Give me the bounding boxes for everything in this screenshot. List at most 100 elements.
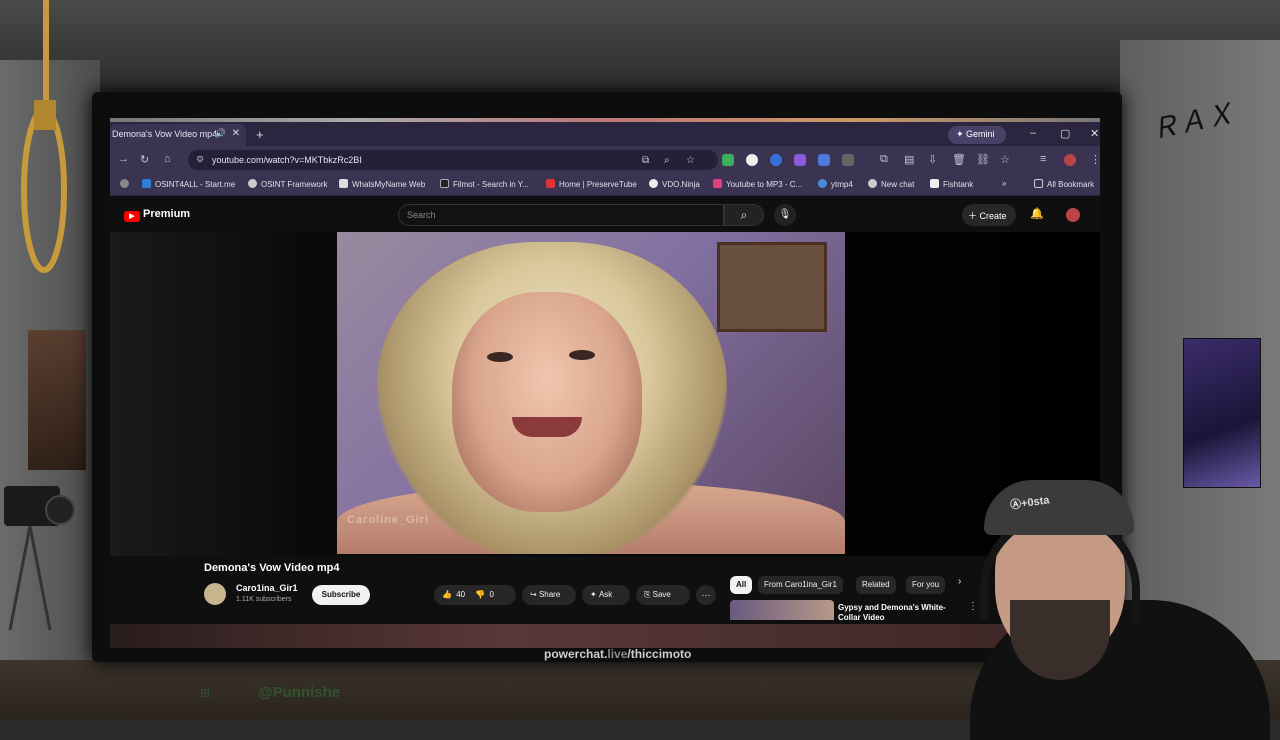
share-label: Share: [538, 590, 561, 599]
recommendation-thumbnail[interactable]: [730, 600, 834, 620]
minimize-icon[interactable]: –: [1030, 127, 1036, 139]
chip-related[interactable]: Related: [856, 576, 896, 594]
tab-strip: Demona's Vow Video mp4 🔊 ✕ + ✦ Gemini – …: [110, 122, 1100, 146]
channel-name[interactable]: Caro1ina_Gir1: [236, 583, 298, 593]
ask-button[interactable]: ✦ Ask: [582, 585, 630, 605]
cast-icon[interactable]: ⧉: [642, 155, 649, 166]
extension-green-icon[interactable]: [722, 154, 734, 166]
print-icon[interactable]: ▤: [904, 153, 914, 166]
bookmark-label: Home | PreserveTube: [559, 180, 637, 189]
youtube-logo[interactable]: ▶ Premium: [124, 208, 190, 222]
bookmark-item[interactable]: WhatsMyName Web: [339, 179, 425, 189]
browser-menu-icon[interactable]: ⋮: [1090, 153, 1100, 166]
video-subject-eye-left: [487, 352, 513, 362]
extension-blue-icon[interactable]: [770, 154, 782, 166]
reload-icon[interactable]: ↻: [140, 153, 149, 166]
bookmark-label: OSINT4ALL - Start.me: [155, 180, 236, 189]
bookmark-item[interactable]: New chat: [868, 179, 914, 189]
address-bar[interactable]: ⚙ youtube.com/watch?v=MKTbkzRc2BI ⧉ ⌕ ☆: [188, 150, 718, 170]
channel-avatar[interactable]: [204, 583, 226, 605]
download-icon[interactable]: ⇩: [928, 153, 937, 166]
powerchat-suffix: /thiccimoto: [627, 647, 692, 661]
youtube-search-input[interactable]: Search: [398, 204, 724, 226]
bookmark-item[interactable]: OSINT Framework: [248, 179, 328, 189]
camera-prop: [4, 486, 75, 631]
video-wall-picture: [717, 242, 827, 332]
dislike-count: 0: [489, 590, 494, 599]
link-icon[interactable]: ⛓: [976, 153, 990, 166]
search-icon[interactable]: ⌕: [724, 204, 764, 226]
apps-icon[interactable]: [120, 179, 133, 189]
video-watermark: Caroline_Girl: [347, 514, 430, 526]
all-bookmarks-label: All Bookmark: [1047, 180, 1095, 189]
share-button[interactable]: ↪ Share: [522, 585, 576, 605]
new-tab-icon[interactable]: +: [256, 127, 264, 142]
dislike-icon[interactable]: 👎: [475, 585, 485, 605]
like-icon[interactable]: 👍: [442, 585, 452, 605]
star-icon[interactable]: ☆: [1000, 153, 1010, 166]
bookmark-label: New chat: [881, 180, 915, 189]
extension-audio-icon[interactable]: [818, 154, 830, 166]
gemini-button[interactable]: ✦ Gemini: [948, 126, 1006, 144]
trash-icon[interactable]: 🗑: [952, 153, 966, 166]
bookmark-item[interactable]: VDO.Ninja: [649, 179, 700, 189]
close-window-icon[interactable]: ✕: [1090, 127, 1099, 140]
like-dislike-group: 👍 40 👎 0: [434, 585, 516, 605]
powerchat-prefix: powerchat.: [544, 647, 608, 661]
subscribe-button[interactable]: Subscribe: [312, 585, 370, 605]
bookmark-item[interactable]: Youtube to MP3 - C...: [713, 179, 802, 189]
poster-right: [1183, 338, 1261, 488]
extension-bell-icon[interactable]: [746, 154, 758, 166]
maximize-icon[interactable]: ▢: [1060, 127, 1070, 140]
bookmark-star-icon[interactable]: ☆: [686, 155, 695, 166]
video-player[interactable]: Caroline_Girl: [337, 232, 845, 554]
powerchat-overlay: powerchat.live/thiccimoto: [544, 647, 691, 661]
bookmark-label: VDO.Ninja: [662, 180, 700, 189]
streamer-handle: @Punnishe: [258, 684, 341, 701]
chip-from-channel[interactable]: From Caro1ina_Gir1: [758, 576, 843, 594]
bookmark-item[interactable]: Fishtank: [930, 179, 973, 189]
more-actions-icon[interactable]: ⋯: [696, 585, 716, 605]
bookmark-label: Youtube to MP3 - C...: [726, 180, 803, 189]
youtube-header: ▶ Premium Search ⌕ 🎙 ＋ Create 🔔: [110, 196, 1100, 234]
bookmark-item[interactable]: ytmp4: [818, 179, 853, 189]
all-bookmarks-folder[interactable]: All Bookmark: [1034, 179, 1094, 189]
extension-purple-icon[interactable]: [794, 154, 806, 166]
close-tab-icon[interactable]: ✕: [232, 128, 240, 139]
bookmark-item[interactable]: OSINT4ALL - Start.me: [142, 179, 235, 189]
powerchat-mid: live: [607, 647, 628, 661]
bookmark-label: Filmot - Search in Y...: [453, 180, 529, 189]
youtube-account-avatar[interactable]: [1066, 208, 1080, 222]
room-ceiling: [0, 0, 1280, 95]
tab-title: Demona's Vow Video mp4: [112, 129, 218, 139]
site-info-icon[interactable]: ⚙: [196, 154, 204, 165]
create-button[interactable]: ＋ Create: [962, 204, 1016, 226]
save-button[interactable]: ⎘ Save: [636, 585, 690, 605]
zoom-icon[interactable]: ⌕: [664, 155, 670, 166]
video-title: Demona's Vow Video mp4: [204, 562, 340, 574]
notifications-bell-icon[interactable]: 🔔: [1030, 207, 1044, 220]
gemini-label: Gemini: [966, 129, 995, 139]
tab-active[interactable]: Demona's Vow Video mp4 🔊 ✕: [110, 124, 246, 146]
chip-all[interactable]: All: [730, 576, 753, 594]
screenshot-icon[interactable]: ⧉: [880, 153, 888, 166]
reading-list-icon[interactable]: ≡: [1040, 153, 1046, 165]
share-icon: ↪: [530, 590, 537, 599]
speaker-icon[interactable]: 🔊: [215, 128, 226, 139]
like-count[interactable]: 40: [456, 585, 465, 605]
extensions-puzzle-icon[interactable]: [842, 154, 854, 166]
profile-avatar[interactable]: [1064, 154, 1076, 166]
mic-icon[interactable]: 🎙: [774, 204, 796, 226]
bookmark-item[interactable]: Filmot - Search in Y...: [440, 179, 529, 189]
home-icon[interactable]: ⌂: [164, 153, 171, 165]
webcam-person-cap: [984, 480, 1134, 535]
bookmark-item[interactable]: Home | PreserveTube: [546, 179, 637, 189]
save-label: Save: [652, 590, 671, 599]
ask-label: Ask: [598, 590, 613, 599]
forward-icon[interactable]: →: [118, 153, 129, 165]
video-subject-mouth: [512, 417, 582, 437]
bookmarks-bar: OSINT4ALL - Start.me OSINT Framework Wha…: [110, 174, 1100, 196]
more-bookmarks-icon[interactable]: »: [1002, 179, 1006, 188]
bookmark-label: ytmp4: [831, 180, 853, 189]
youtube-play-icon: ▶: [124, 211, 140, 222]
